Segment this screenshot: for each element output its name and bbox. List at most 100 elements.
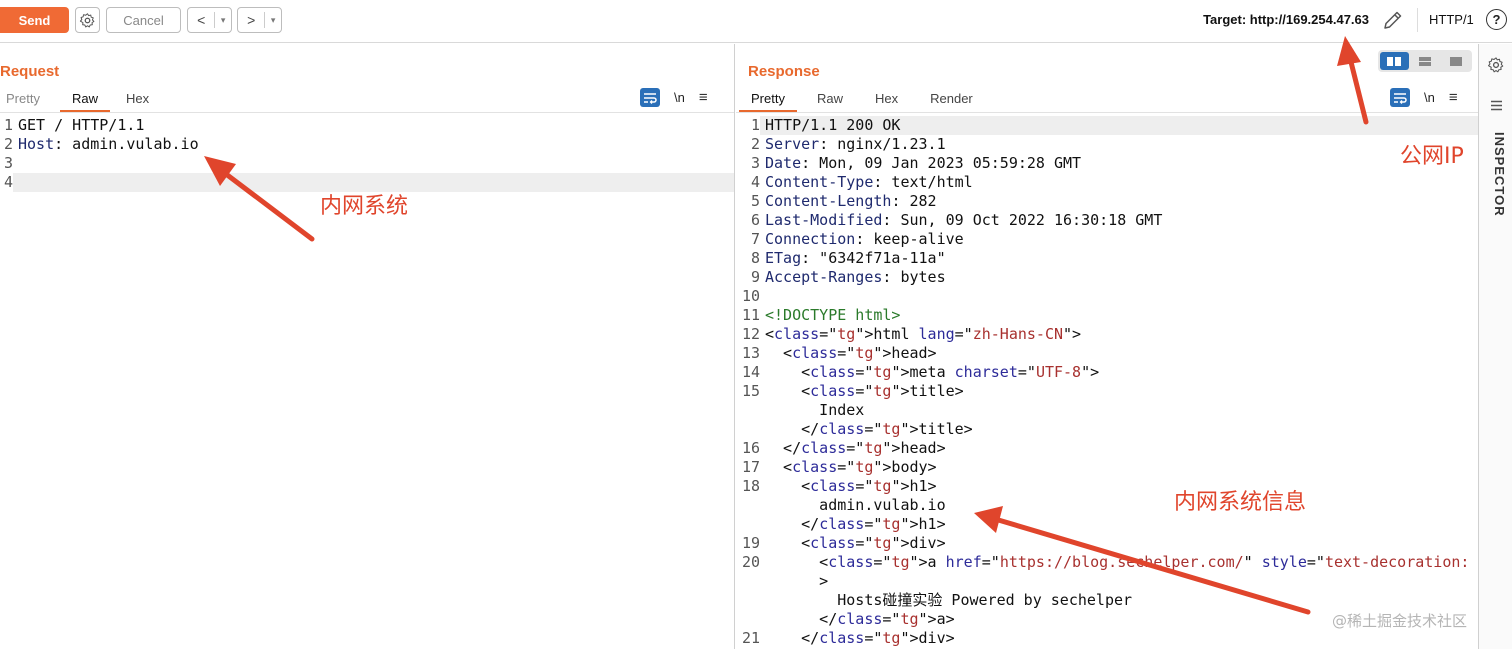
menu-icon[interactable]: ≡ [699, 89, 708, 106]
line-number: 20 [741, 553, 760, 571]
code-text: <!DOCTYPE html> [765, 306, 901, 324]
request-editor[interactable]: 1 GET / HTTP/1.1 2 Host: admin.vulab.io 3 4 [0, 116, 734, 192]
forward-dropdown-icon[interactable]: ▾ [265, 15, 281, 26]
help-icon[interactable]: ? [1486, 9, 1507, 30]
code-line[interactable]: 13 <class="tg">head> [736, 344, 1478, 363]
layout-split-horizontal-button[interactable] [1380, 52, 1409, 70]
response-tab-raw[interactable]: Raw [805, 90, 855, 112]
request-tab-raw[interactable]: Raw [59, 90, 110, 112]
newline-toggle-icon[interactable]: \n [674, 90, 685, 105]
code-text: <class="tg">h1> [765, 477, 937, 495]
request-pane: Request Pretty Raw Hex \n ≡ 1 GET / HTTP/… [0, 44, 735, 649]
send-button[interactable]: Send [0, 7, 69, 33]
code-line[interactable]: admin.vulab.io [736, 496, 1478, 515]
code-text: <class="tg">head> [765, 344, 937, 362]
code-text: Server: nginx/1.23.1 [765, 135, 946, 153]
back-button[interactable]: < ▾ [187, 7, 232, 33]
code-line[interactable]: 9 Accept-Ranges: bytes [736, 268, 1478, 287]
code-text: Accept-Ranges: bytes [765, 268, 946, 286]
forward-arrow-icon[interactable]: > [238, 12, 266, 28]
edit-icon[interactable] [1381, 8, 1405, 32]
request-editor-tools: \n ≡ [640, 88, 708, 107]
code-line[interactable]: 20 <class="tg">a href="https://blog.sech… [736, 553, 1478, 572]
line-number: 19 [741, 534, 760, 552]
code-line[interactable]: 15 <class="tg">title> [736, 382, 1478, 401]
code-line[interactable]: 21 </class="tg">div> [736, 629, 1478, 648]
code-line[interactable]: 11 <!DOCTYPE html> [736, 306, 1478, 325]
code-line[interactable]: 4 Content-Type: text/html [736, 173, 1478, 192]
http-version-toggle[interactable]: HTTP/1 [1429, 12, 1474, 27]
layout-split-vertical-button[interactable] [1411, 52, 1440, 70]
code-line[interactable]: 14 <class="tg">meta charset="UTF-8"> [736, 363, 1478, 382]
wrap-lines-icon[interactable] [1390, 88, 1410, 107]
response-editor[interactable]: 1 HTTP/1.1 200 OK 2 Server: nginx/1.23.1 3 Da… [736, 116, 1478, 648]
watermark: @稀土掘金技术社区 [1332, 612, 1468, 630]
code-text: Date: Mon, 09 Jan 2023 05:59:28 GMT [765, 154, 1082, 172]
line-number: 10 [741, 287, 760, 305]
code-text: ETag: "6342f71a-11a" [765, 249, 946, 267]
request-tab-hex[interactable]: Hex [114, 90, 161, 112]
code-line[interactable]: </class="tg">h1> [736, 515, 1478, 534]
code-line[interactable]: 10 [736, 287, 1478, 306]
code-text: Content-Length: 282 [765, 192, 937, 210]
response-tab-pretty[interactable]: Pretty [739, 90, 797, 112]
line-number: 16 [741, 439, 760, 457]
line-number: 21 [741, 629, 760, 647]
back-arrow-icon[interactable]: < [188, 12, 216, 28]
code-line[interactable]: 16 </class="tg">head> [736, 439, 1478, 458]
forward-button[interactable]: > ▾ [237, 7, 282, 33]
response-tab-hex[interactable]: Hex [863, 90, 910, 112]
request-tab-pretty[interactable]: Pretty [0, 90, 52, 112]
settings-button[interactable] [75, 7, 100, 33]
code-line[interactable]: 2 Host: admin.vulab.io [0, 135, 734, 154]
code-text: Index [765, 401, 865, 419]
code-line[interactable]: > [736, 572, 1478, 591]
gear-icon[interactable] [1487, 56, 1505, 74]
code-line[interactable]: 6 Last-Modified: Sun, 09 Oct 2022 16:30:1… [736, 211, 1478, 230]
line-number [736, 515, 760, 534]
code-line[interactable]: </class="tg">title> [736, 420, 1478, 439]
code-line[interactable]: 2 Server: nginx/1.23.1 [736, 135, 1478, 154]
code-text: Connection: keep-alive [765, 230, 964, 248]
back-dropdown-icon[interactable]: ▾ [215, 15, 231, 26]
lines-icon[interactable] [1490, 100, 1503, 111]
line-number [736, 401, 760, 420]
single-pane-icon [1449, 56, 1462, 66]
menu-icon[interactable]: ≡ [1449, 89, 1458, 106]
code-line[interactable]: 7 Connection: keep-alive [736, 230, 1478, 249]
line-number: 6 [750, 211, 760, 229]
line-number: 12 [741, 325, 760, 343]
response-tab-render[interactable]: Render [918, 90, 985, 112]
line-number: 9 [750, 268, 760, 286]
line-number: 15 [741, 382, 760, 400]
line-number: 2 [3, 135, 13, 153]
code-line[interactable]: 12 <class="tg">html lang="zh-Hans-CN"> [736, 325, 1478, 344]
code-line[interactable]: 1 HTTP/1.1 200 OK [736, 116, 1478, 135]
code-text: Content-Type: text/html [765, 173, 973, 191]
cancel-button[interactable]: Cancel [106, 7, 181, 33]
code-line[interactable]: 3 Date: Mon, 09 Jan 2023 05:59:28 GMT [736, 154, 1478, 173]
line-number: 14 [741, 363, 760, 381]
response-pane: Response Pretty Raw Hex Render \n ≡ 1 HTT… [736, 44, 1478, 649]
newline-toggle-icon[interactable]: \n [1424, 90, 1435, 105]
inspector-label[interactable]: INSPECTOR [1492, 132, 1507, 217]
line-number: 4 [3, 173, 13, 191]
wrap-lines-icon[interactable] [640, 88, 660, 107]
code-text: HTTP/1.1 200 OK [760, 116, 1478, 135]
code-line[interactable]: 18 <class="tg">h1> [736, 477, 1478, 496]
code-line[interactable]: Hosts碰撞实验 Powered by sechelper [736, 591, 1478, 610]
line-number [736, 420, 760, 439]
code-line[interactable]: 8 ETag: "6342f71a-11a" [736, 249, 1478, 268]
code-line[interactable]: 1 GET / HTTP/1.1 [0, 116, 734, 135]
code-line[interactable]: 17 <class="tg">body> [736, 458, 1478, 477]
code-text: Hosts碰撞实验 Powered by sechelper [765, 591, 1133, 609]
code-line[interactable]: 19 <class="tg">div> [736, 534, 1478, 553]
line-number [736, 496, 760, 515]
code-line[interactable]: 5 Content-Length: 282 [736, 192, 1478, 211]
code-line[interactable]: 3 [0, 154, 734, 173]
code-line[interactable]: Index [736, 401, 1478, 420]
layout-tabs-button[interactable] [1441, 52, 1470, 70]
code-text: admin.vulab.io [765, 496, 946, 514]
line-number: 3 [3, 154, 13, 172]
